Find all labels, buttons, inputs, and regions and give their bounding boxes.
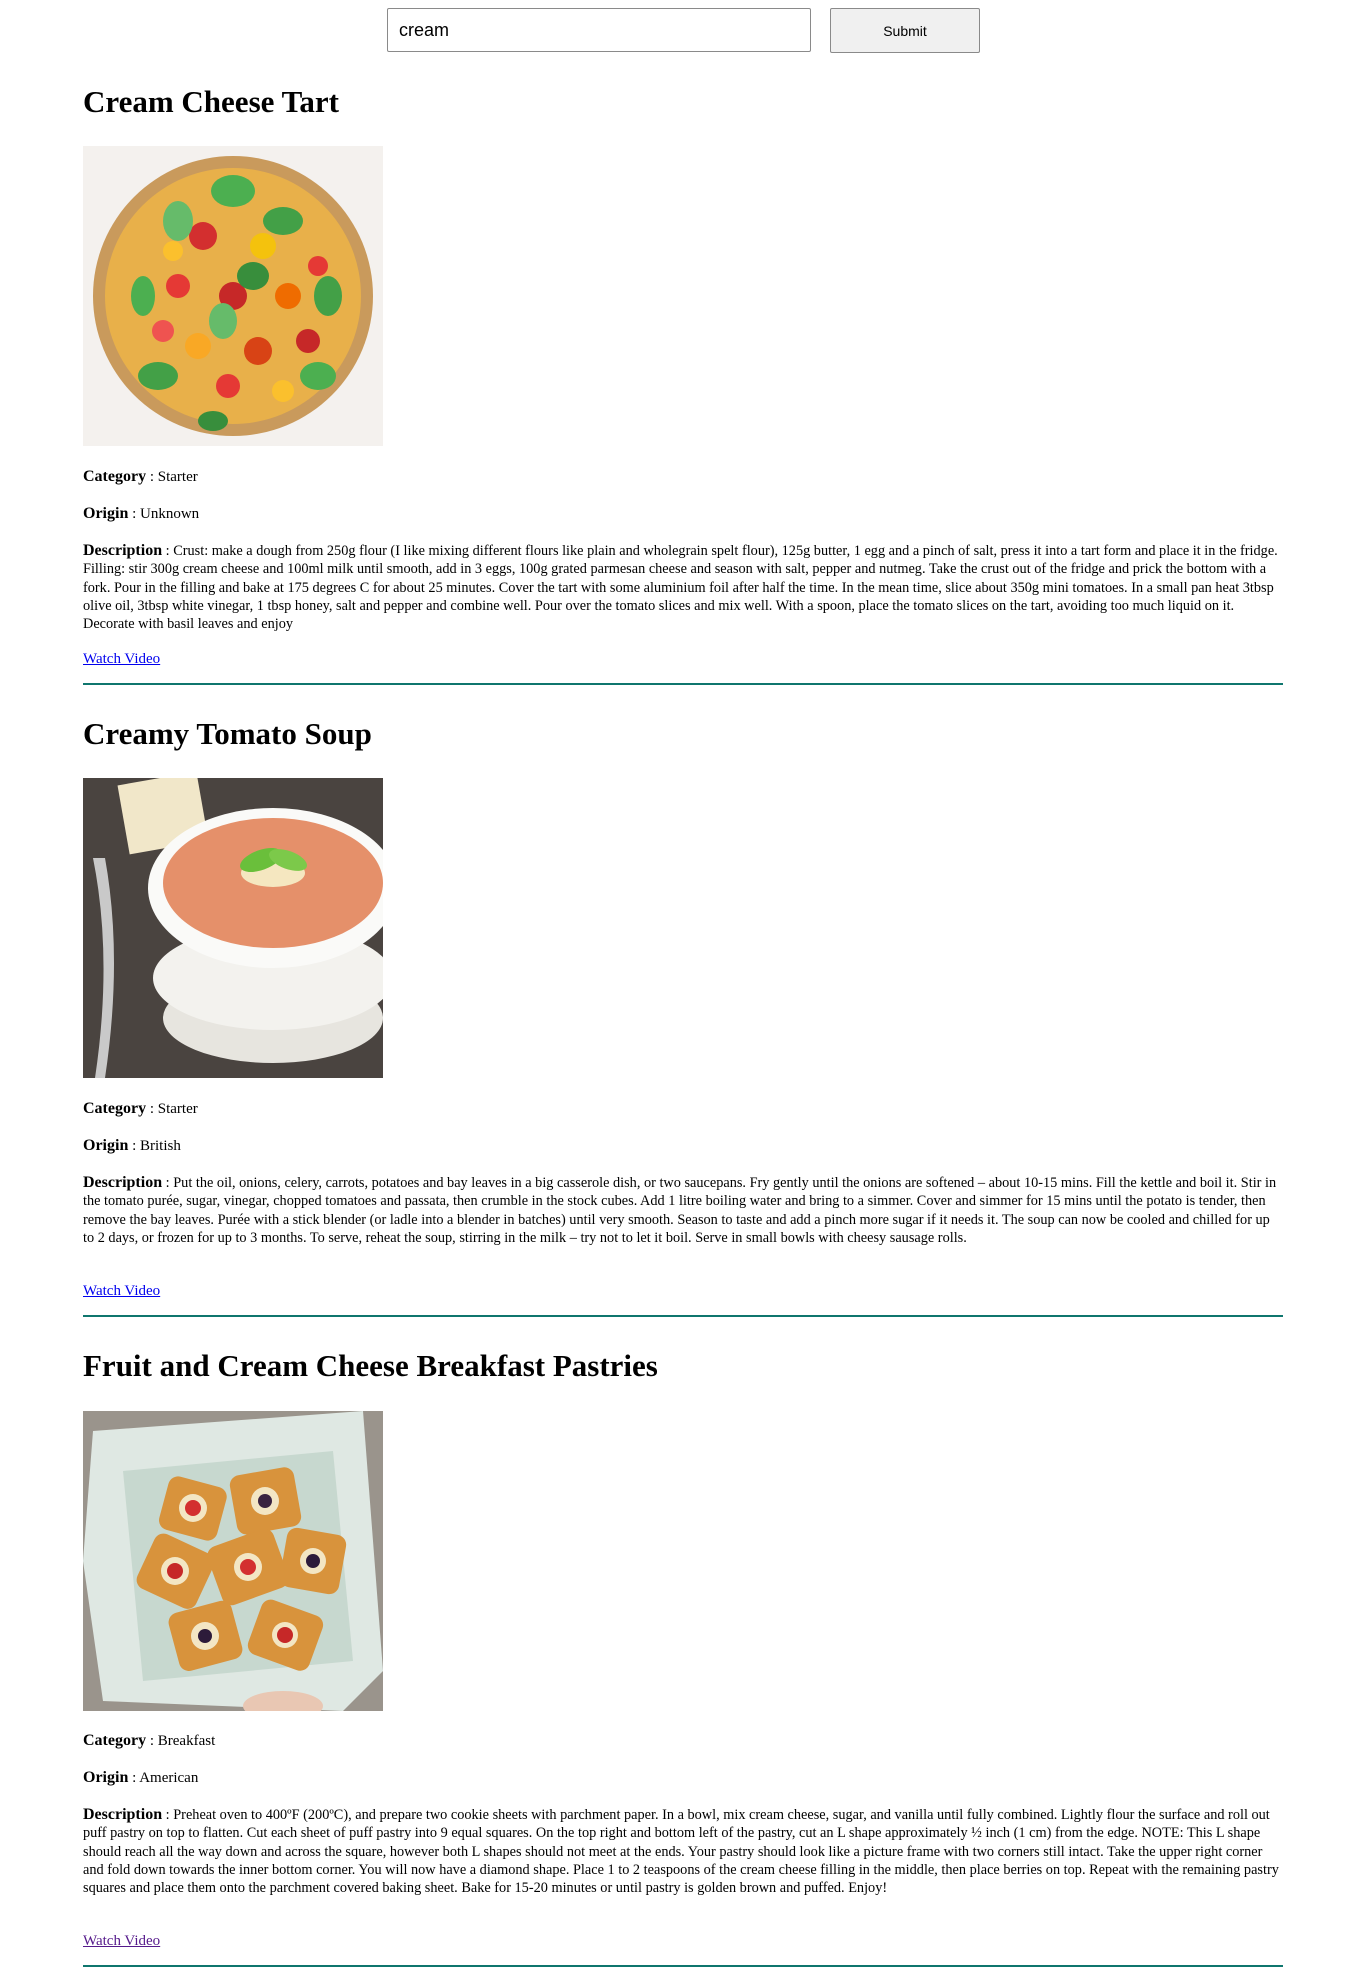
- recipe-divider: [83, 1315, 1283, 1317]
- category-value: Breakfast: [157, 1733, 216, 1749]
- recipe-image: [83, 1411, 383, 1711]
- recipe-origin: Origin : British: [83, 1137, 181, 1154]
- recipe-title: Creamy Tomato Soup: [83, 716, 372, 751]
- submit-button[interactable]: Submit: [830, 8, 980, 53]
- watch-video-link[interactable]: Watch Video: [83, 1932, 160, 1950]
- description-text: Preheat oven to 400ºF (200ºC), and prepa…: [83, 1807, 1279, 1897]
- watch-video-link[interactable]: Watch Video: [83, 650, 160, 668]
- watch-video-link[interactable]: Watch Video: [83, 1282, 160, 1300]
- origin-value: American: [139, 1770, 199, 1786]
- recipe-category: Category : Starter: [83, 1100, 198, 1117]
- origin-value: Unknown: [140, 506, 200, 522]
- category-value: Starter: [157, 1101, 198, 1117]
- category-value: Starter: [157, 469, 198, 485]
- recipe-category: Category : Breakfast: [83, 1732, 216, 1749]
- recipe-description: Description : Crust: make a dough from 2…: [83, 542, 1278, 633]
- recipe-title: Cream Cheese Tart: [83, 84, 339, 119]
- recipe-image: [83, 778, 383, 1078]
- origin-value: British: [140, 1138, 181, 1154]
- search-bar: Submit: [387, 8, 987, 53]
- search-input[interactable]: [387, 8, 811, 52]
- recipe-description: Description : Put the oil, onions, celer…: [83, 1174, 1277, 1246]
- recipe-title: Fruit and Cream Cheese Breakfast Pastrie…: [83, 1348, 658, 1383]
- recipe-description: Description : Preheat oven to 400ºF (200…: [83, 1806, 1279, 1897]
- recipe-origin: Origin : Unknown: [83, 505, 200, 522]
- recipe-divider: [83, 683, 1283, 685]
- recipe-image: [83, 146, 383, 446]
- recipe-category: Category : Starter: [83, 468, 198, 485]
- recipe-divider: [83, 1965, 1283, 1967]
- recipe-origin: Origin : American: [83, 1769, 199, 1786]
- description-text: Crust: make a dough from 250g flour (I l…: [83, 543, 1278, 633]
- description-text: Put the oil, onions, celery, carrots, po…: [83, 1175, 1277, 1246]
